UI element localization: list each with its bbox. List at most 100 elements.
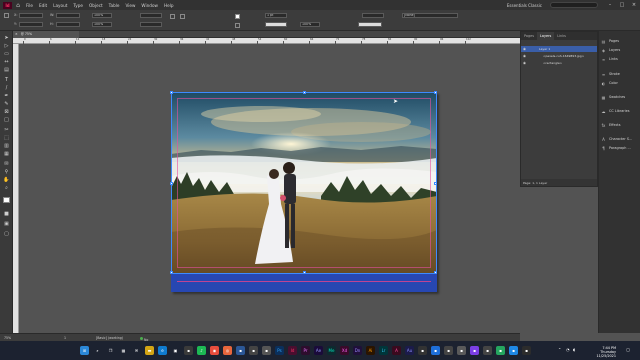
selected-image-frame[interactable] bbox=[170, 91, 437, 274]
tab-links[interactable]: Links bbox=[554, 32, 569, 40]
measure-field[interactable] bbox=[362, 13, 384, 18]
app9-icon[interactable]: ▪ bbox=[470, 346, 479, 355]
frame-handle-left[interactable] bbox=[170, 182, 173, 185]
fit-dropdown[interactable] bbox=[358, 22, 382, 27]
photoshop-icon[interactable]: Ps bbox=[275, 346, 284, 355]
zoom-tool-icon[interactable]: ⌕ bbox=[3, 185, 10, 191]
app6-icon[interactable]: ▪ bbox=[431, 346, 440, 355]
selection-tool-icon[interactable]: ➤ bbox=[3, 35, 10, 41]
menu-file[interactable]: File bbox=[26, 3, 33, 8]
dock-swatches[interactable]: ▦ Swatches bbox=[601, 93, 640, 101]
layer-row-rectangle[interactable]: ◉ <rectangle> bbox=[521, 60, 597, 66]
app2-icon[interactable]: ▪ bbox=[236, 346, 245, 355]
clock[interactable]: 7:44 PM Thursday 11/25/2021 bbox=[596, 346, 616, 359]
app5-icon[interactable]: ▪ bbox=[418, 346, 427, 355]
store-icon[interactable]: ▣ bbox=[171, 346, 180, 355]
app-icon[interactable]: ▪ bbox=[184, 346, 193, 355]
pencil-tool-icon[interactable]: ✎ bbox=[3, 101, 10, 107]
audition-icon[interactable]: Au bbox=[405, 346, 414, 355]
type-tool-icon[interactable]: T bbox=[3, 77, 10, 83]
after-effects-icon[interactable]: Ae bbox=[314, 346, 323, 355]
tab-layers[interactable]: Layers bbox=[536, 32, 555, 40]
stroke-weight-field[interactable]: 1 pt bbox=[265, 13, 287, 18]
task-view-icon[interactable]: ❐ bbox=[106, 346, 115, 355]
x-field[interactable] bbox=[19, 13, 43, 18]
gradient-feather-tool-icon[interactable]: ▦ bbox=[3, 151, 10, 157]
menu-type[interactable]: Type bbox=[73, 3, 83, 8]
content-collector-icon[interactable]: ▤ bbox=[3, 67, 10, 73]
normal-mode-icon[interactable]: ▣ bbox=[3, 221, 10, 227]
menu-object[interactable]: Object bbox=[89, 3, 103, 8]
app11-icon[interactable]: ▪ bbox=[496, 346, 505, 355]
hand-tool-icon[interactable]: ✋ bbox=[3, 177, 10, 183]
layer-row-image[interactable]: ◉ <pexels-cuh-1649893.jpg> bbox=[521, 53, 597, 59]
firefox-icon[interactable]: ◎ bbox=[223, 346, 232, 355]
notifications-icon[interactable]: ▢ bbox=[626, 347, 630, 352]
app4-icon[interactable]: ▪ bbox=[262, 346, 271, 355]
xd-icon[interactable]: Xd bbox=[340, 346, 349, 355]
premiere-icon[interactable]: Pr bbox=[301, 346, 310, 355]
shear-field[interactable] bbox=[140, 22, 162, 27]
app10-icon[interactable]: ▪ bbox=[483, 346, 492, 355]
dock-paragraph-styles[interactable]: ¶ Paragraph ... bbox=[601, 144, 640, 152]
app8-icon[interactable]: ▪ bbox=[457, 346, 466, 355]
chat-icon[interactable]: ✉ bbox=[132, 346, 141, 355]
visibility-eye-icon[interactable]: ◉ bbox=[523, 54, 526, 58]
search-field[interactable] bbox=[550, 2, 598, 8]
scissors-tool-icon[interactable]: ✂ bbox=[3, 127, 10, 133]
frame-handle-top[interactable] bbox=[303, 91, 306, 94]
tray-chevron-icon[interactable]: ⌃ bbox=[558, 347, 561, 352]
document-tab[interactable]: × @ 75% bbox=[13, 31, 79, 38]
dock-pages[interactable]: ▤ Pages bbox=[601, 37, 640, 45]
menu-edit[interactable]: Edit bbox=[39, 3, 47, 8]
dock-cc-libraries[interactable]: ☁ CC Libraries bbox=[601, 107, 640, 115]
y-field[interactable] bbox=[19, 22, 43, 27]
reference-point-icon[interactable] bbox=[4, 13, 9, 18]
tab-pages[interactable]: Pages bbox=[521, 32, 537, 40]
blue-rectangle[interactable] bbox=[171, 274, 437, 292]
file-explorer-icon[interactable]: ▬ bbox=[145, 346, 154, 355]
menu-layout[interactable]: Layout bbox=[53, 3, 67, 8]
opacity-field[interactable]: 100% bbox=[300, 22, 320, 27]
start-icon[interactable]: ⊞ bbox=[80, 346, 89, 355]
dimension-icon[interactable]: Dn bbox=[353, 346, 362, 355]
menu-view[interactable]: View bbox=[125, 3, 135, 8]
note-tool-icon[interactable]: ✉ bbox=[3, 161, 10, 167]
dock-character-styles[interactable]: A Character S... bbox=[601, 135, 640, 143]
illustrator-icon[interactable]: Ai bbox=[366, 346, 375, 355]
maximize-icon[interactable]: □ bbox=[616, 2, 628, 8]
page-tool-icon[interactable]: ▭ bbox=[3, 51, 10, 57]
direct-selection-tool-icon[interactable]: ▷ bbox=[3, 43, 10, 49]
frame-handle-right[interactable] bbox=[434, 182, 437, 185]
rectangle-frame-tool-icon[interactable]: ⊠ bbox=[3, 109, 10, 115]
dock-links[interactable]: ∞ Links bbox=[601, 55, 640, 63]
app13-icon[interactable]: ▪ bbox=[522, 346, 531, 355]
chrome-icon[interactable]: ◉ bbox=[210, 346, 219, 355]
document-page[interactable]: ➤ bbox=[170, 91, 437, 292]
close-icon[interactable]: × bbox=[628, 2, 640, 8]
visibility-eye-icon[interactable]: ◉ bbox=[523, 47, 526, 51]
spotify-icon[interactable]: ♪ bbox=[197, 346, 206, 355]
app7-icon[interactable]: ▪ bbox=[444, 346, 453, 355]
frame-handle-top-left[interactable] bbox=[170, 91, 173, 94]
dock-stroke[interactable]: ≡ Stroke bbox=[601, 70, 640, 78]
fill-stroke-icon[interactable] bbox=[3, 197, 10, 203]
eyedropper-tool-icon[interactable]: ⚲ bbox=[3, 169, 10, 175]
apply-color-icon[interactable]: ■ bbox=[3, 211, 10, 217]
screen-mode-icon[interactable]: ▢ bbox=[3, 231, 10, 237]
scale-y-field[interactable]: 100% bbox=[92, 22, 112, 27]
app12-icon[interactable]: ▪ bbox=[509, 346, 518, 355]
gradient-tool-icon[interactable]: ▥ bbox=[3, 143, 10, 149]
page-number[interactable]: 1 bbox=[64, 336, 66, 340]
height-field[interactable] bbox=[56, 22, 80, 27]
rotate-field[interactable] bbox=[140, 13, 162, 18]
fill-swatch-icon[interactable] bbox=[235, 14, 240, 19]
wifi-icon[interactable]: ◔ bbox=[566, 347, 570, 352]
line-tool-icon[interactable]: / bbox=[3, 85, 10, 91]
gap-tool-icon[interactable]: ↔ bbox=[3, 59, 10, 65]
rectangle-tool-icon[interactable]: □ bbox=[3, 117, 10, 123]
zoom-level[interactable]: 75% bbox=[4, 336, 11, 340]
menu-table[interactable]: Table bbox=[109, 3, 120, 8]
frame-handle-top-right[interactable] bbox=[434, 91, 437, 94]
dock-layers[interactable]: ◈ Layers bbox=[601, 46, 640, 54]
